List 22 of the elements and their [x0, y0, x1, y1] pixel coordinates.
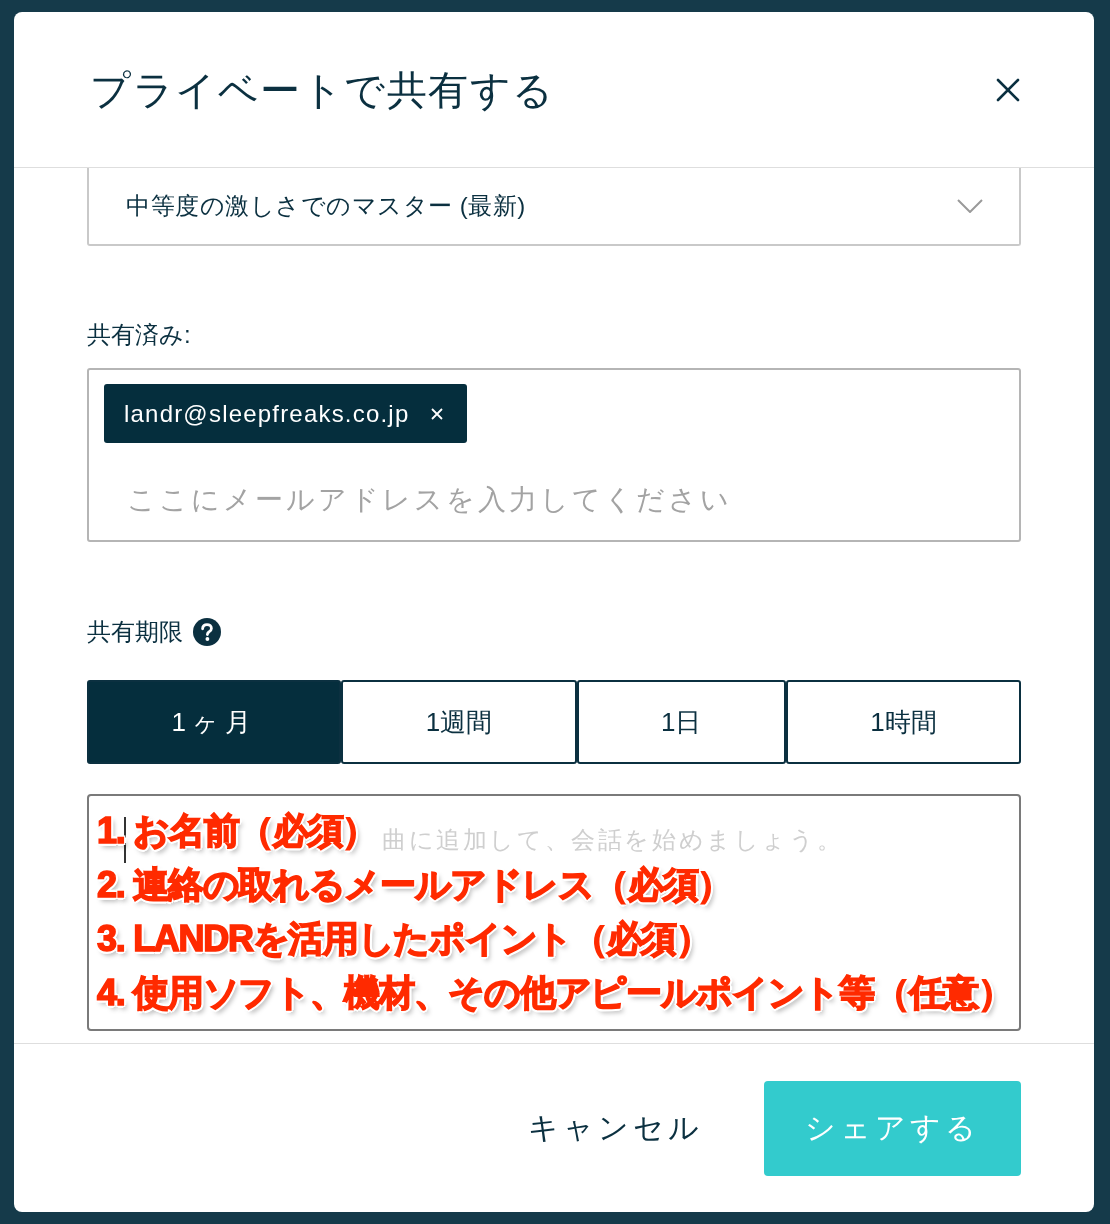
chevron-down-icon	[957, 199, 983, 213]
expiry-tab[interactable]: 1ヶ月	[87, 680, 342, 764]
expiry-tab[interactable]: 1週間	[341, 680, 577, 764]
annotation-text: 4. 使用ソフト、機材、その他アピールポイント等（任意）	[97, 971, 1013, 1015]
close-button[interactable]	[996, 77, 1020, 102]
shared-with-label: 共有済み:	[87, 320, 191, 350]
expiry-label: 共有期限	[87, 617, 183, 647]
dialog-title: プライベートで共有する	[90, 66, 555, 114]
version-dropdown[interactable]: 中等度の激しさでのマスター (最新)	[87, 168, 1021, 246]
annotation-text: 1. お名前（必須）	[97, 809, 378, 853]
annotation-text: 3. LANDRを活用したポイント（必須）	[97, 917, 711, 961]
annotation-text: 2. 連絡の取れるメールアドレス（必須）	[97, 863, 733, 907]
email-chip-text: landr@sleepfreaks.co.jp	[124, 399, 410, 428]
recipients-field[interactable]: landr@sleepfreaks.co.jp ここにメールアドレスを入力してください	[87, 368, 1021, 542]
email-input[interactable]: ここにメールアドレスを入力してください	[104, 482, 1004, 518]
close-icon	[996, 77, 1020, 102]
expiry-tab[interactable]: 1日	[576, 680, 786, 764]
help-icon[interactable]	[193, 618, 221, 646]
expiry-tab[interactable]: 1時間	[785, 680, 1021, 764]
cancel-button[interactable]: キャンセル	[528, 1097, 703, 1159]
close-icon	[431, 407, 444, 420]
remove-email-button[interactable]	[431, 407, 444, 420]
